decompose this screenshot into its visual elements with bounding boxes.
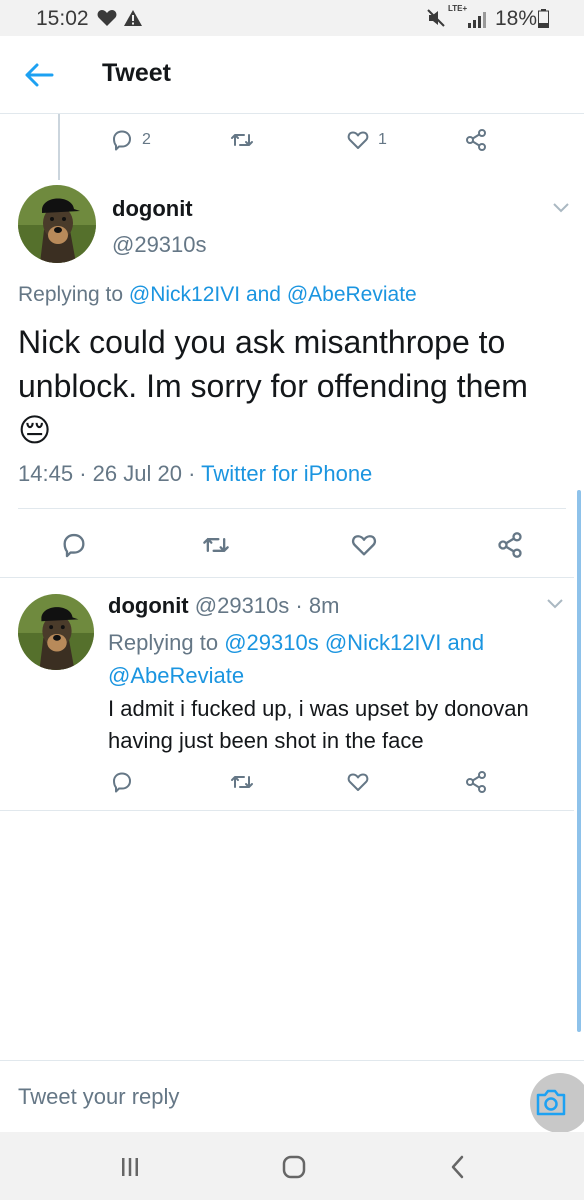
tweet-source[interactable]: Twitter for iPhone [201, 461, 372, 486]
mention-link[interactable]: @Nick12IVI [325, 630, 441, 655]
author-name[interactable]: dogonit [108, 593, 189, 618]
scrollbar[interactable] [577, 490, 581, 1032]
battery-icon [538, 9, 549, 28]
home-icon[interactable] [280, 1154, 308, 1180]
reply-count: 2 [142, 131, 151, 148]
share-icon [498, 532, 522, 558]
reply-header: dogonit @29310s · 8m [108, 593, 340, 618]
network-type: LTE+ [448, 4, 468, 13]
share-icon [466, 771, 486, 793]
retweet-action[interactable] [202, 531, 230, 559]
arrow-left-icon[interactable] [22, 60, 56, 90]
tweet-text: Nick could you ask misanthrope to unbloc… [18, 324, 528, 448]
pensive-emoji: 😔 [18, 412, 52, 448]
author-name[interactable]: dogonit [112, 196, 193, 222]
share-action[interactable] [464, 128, 488, 152]
camera-button[interactable] [530, 1073, 584, 1133]
recent-apps-icon[interactable] [116, 1154, 144, 1180]
mention-link[interactable]: @Nick12IVI [129, 283, 240, 306]
status-bar: 15:02 LTE+ 18% [0, 0, 584, 36]
reply-action[interactable] [60, 531, 88, 559]
share-action[interactable] [464, 770, 488, 794]
replying-to: Replying to @Nick12IVI and @AbeReviate [18, 283, 417, 306]
divider [0, 810, 574, 811]
chevron-down-icon[interactable] [552, 202, 570, 214]
author-handle[interactable]: @29310s [195, 593, 290, 618]
heart-outline-icon [347, 773, 369, 791]
like-action[interactable] [346, 770, 370, 794]
like-action[interactable] [350, 531, 378, 559]
share-action[interactable] [496, 531, 524, 559]
mention-link[interactable]: @AbeReviate [287, 283, 417, 306]
thread-line [58, 114, 60, 180]
divider [0, 577, 574, 578]
dog-avatar-image [18, 594, 94, 670]
camera-icon [536, 1089, 566, 1116]
header: Tweet [0, 36, 584, 114]
tweet-age: 8m [308, 593, 340, 618]
like-count: 1 [378, 131, 387, 148]
signal-icon [468, 12, 486, 28]
status-time: 15:02 [36, 7, 89, 30]
reply-icon [113, 130, 131, 151]
tweet-date: 26 Jul 20 [92, 461, 182, 486]
battery-percent: 18% [495, 7, 538, 30]
like-action[interactable]: 1 [346, 128, 387, 152]
retweet-action[interactable] [230, 128, 254, 152]
divider [18, 508, 566, 509]
chevron-down-icon[interactable] [546, 598, 564, 610]
dog-avatar-image [18, 185, 96, 263]
tweet-time: 14:45 [18, 461, 74, 486]
heart-outline-icon [347, 131, 369, 149]
replying-to: Replying to @29310s @Nick12IVI and @AbeR… [108, 630, 485, 688]
retweet-icon [231, 134, 253, 146]
reply-action[interactable]: 2 [110, 128, 151, 152]
retweet-icon [203, 538, 229, 552]
retweet-icon [231, 776, 253, 788]
back-nav-icon[interactable] [444, 1154, 472, 1180]
warning-icon [124, 10, 142, 26]
page-title: Tweet [102, 59, 171, 87]
avatar[interactable] [18, 594, 94, 670]
reply-icon [63, 533, 85, 558]
compose-bar: Tweet your reply [0, 1060, 584, 1133]
reply-action[interactable] [110, 770, 134, 794]
heart-icon [97, 10, 117, 26]
retweet-action[interactable] [230, 770, 254, 794]
mute-icon [427, 9, 445, 27]
reply-icon [113, 772, 131, 793]
reply-input[interactable]: Tweet your reply [18, 1084, 179, 1110]
heart-outline-icon [351, 535, 377, 556]
author-handle[interactable]: @29310s [112, 232, 207, 258]
mention-link[interactable]: @29310s [224, 630, 319, 655]
mention-link[interactable]: @AbeReviate [108, 663, 244, 688]
nav-bar [0, 1132, 584, 1200]
share-icon [466, 129, 486, 151]
reply-text: I admit i fucked up, i was upset by dono… [108, 696, 529, 753]
avatar[interactable] [18, 185, 96, 263]
tweet-meta: 14:45 · 26 Jul 20 · Twitter for iPhone [18, 461, 373, 486]
